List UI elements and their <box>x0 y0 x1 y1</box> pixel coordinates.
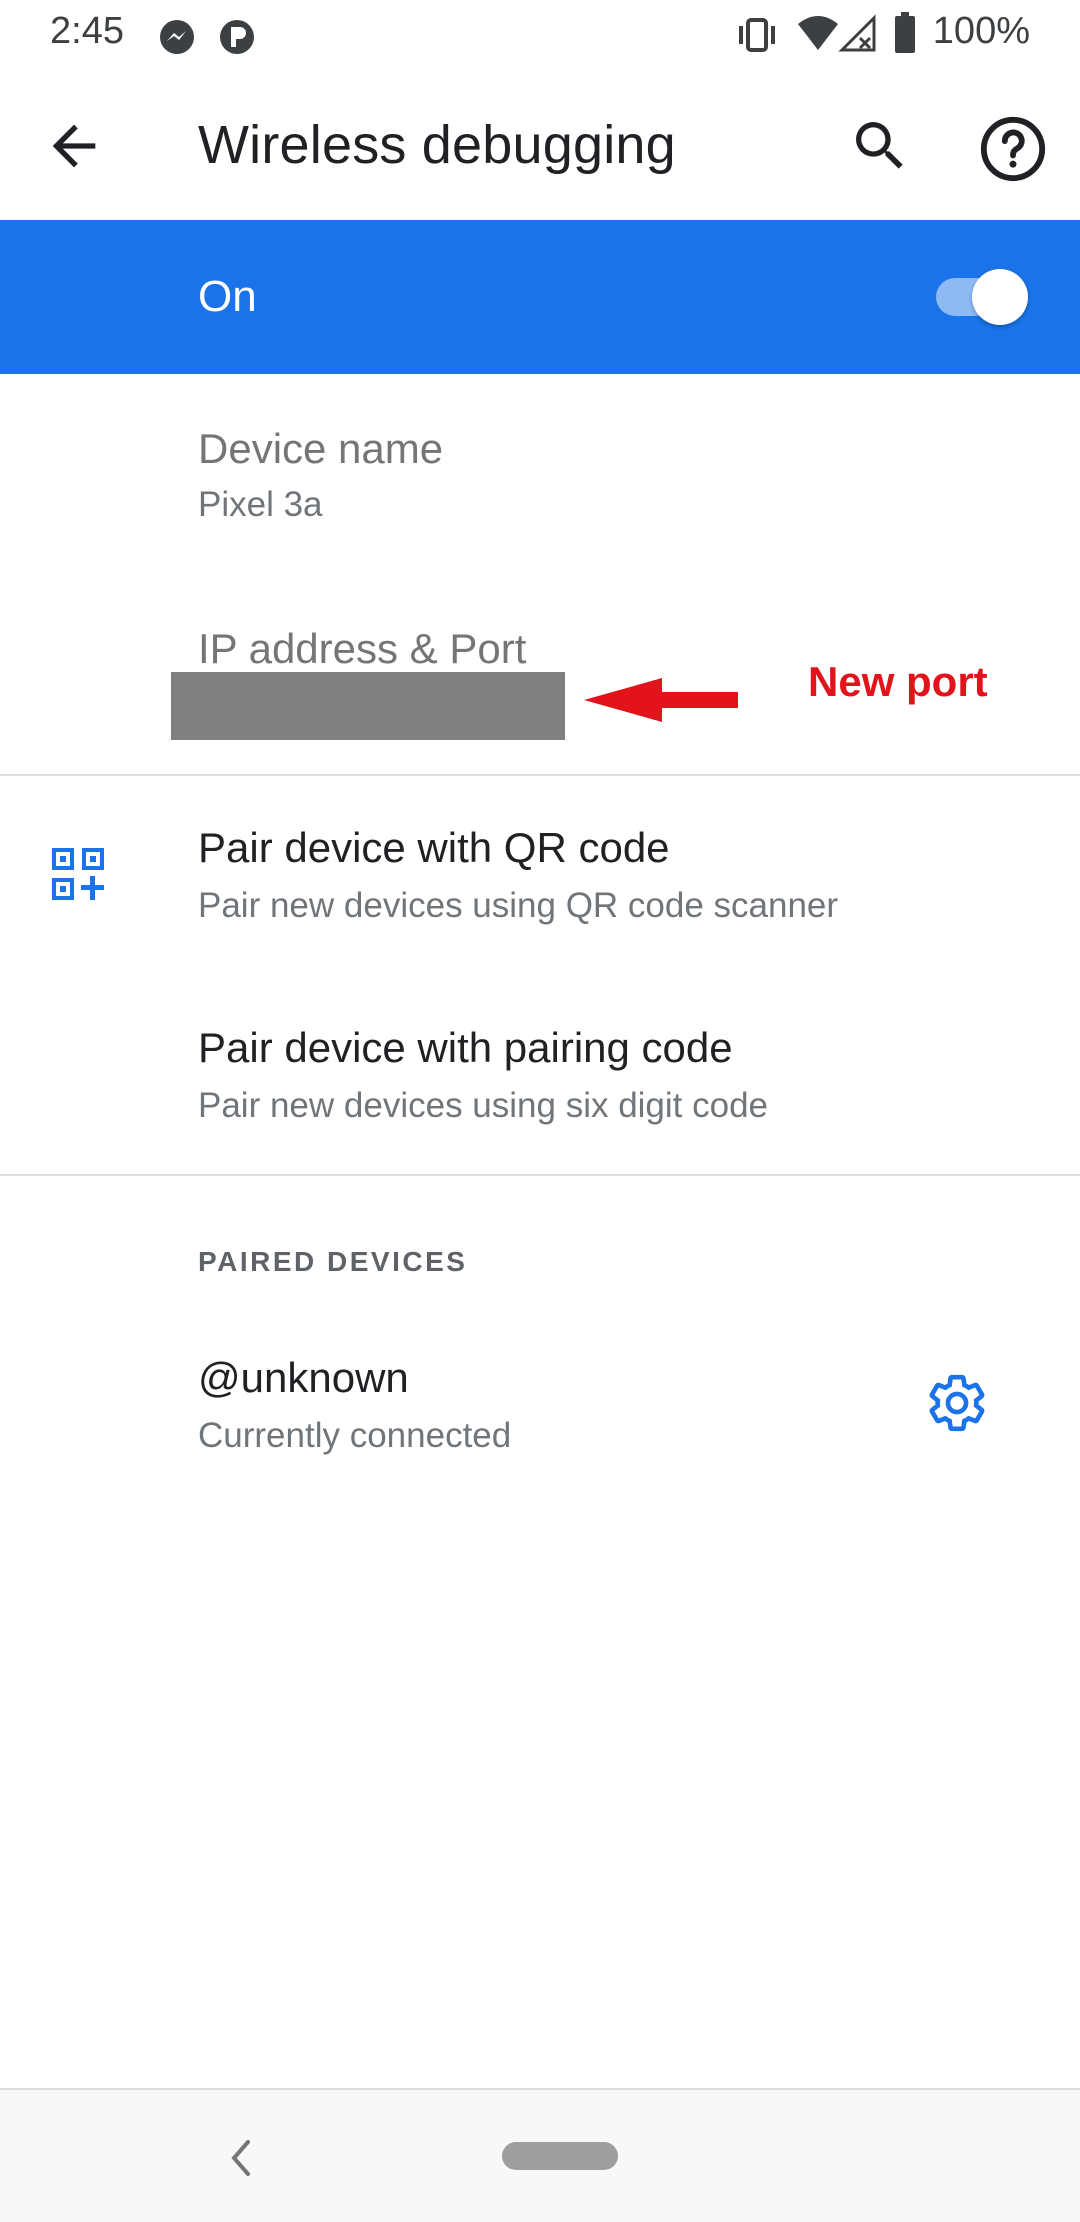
pair-qr-title: Pair device with QR code <box>198 824 670 871</box>
device-name-summary: Pixel 3a <box>198 485 323 524</box>
toggle-switch-thumb[interactable] <box>972 269 1028 325</box>
paired-device-summary: Currently connected <box>198 1416 512 1455</box>
divider <box>0 774 1080 776</box>
wifi-icon <box>798 16 838 50</box>
annotation-label: New port <box>808 658 988 705</box>
nav-home-pill[interactable] <box>502 2142 618 2170</box>
battery-percentage: 100% <box>932 10 1030 52</box>
battery-icon <box>895 12 915 53</box>
annotation-arrow-icon <box>584 678 738 722</box>
ip-address-redaction <box>171 672 565 740</box>
qr-code-scanner-icon <box>52 848 104 900</box>
main-switch-bar[interactable]: On <box>0 220 1080 374</box>
paired-device-title: @unknown <box>198 1354 409 1401</box>
back-arrow-icon[interactable] <box>42 114 106 178</box>
page-title: Wireless debugging <box>198 115 676 175</box>
status-bar: 2:45 100% <box>0 0 1080 70</box>
ip-address-title: IP address & Port <box>198 625 527 672</box>
app-bar: Wireless debugging <box>0 70 1080 220</box>
paired-devices-header: PAIRED DEVICES <box>198 1246 468 1277</box>
search-icon[interactable] <box>848 114 912 178</box>
navigation-bar <box>0 2088 1080 2222</box>
device-name-title: Device name <box>198 425 444 472</box>
pair-qr-summary: Pair new devices using QR code scanner <box>198 886 839 925</box>
divider <box>0 1174 1080 1176</box>
nav-back-icon[interactable] <box>226 2138 256 2178</box>
signal-no-sim-icon <box>838 14 876 52</box>
status-time: 2:45 <box>50 10 124 52</box>
vibrate-icon <box>739 18 775 52</box>
gear-icon[interactable] <box>926 1372 988 1434</box>
pair-code-summary: Pair new devices using six digit code <box>198 1086 769 1125</box>
help-icon[interactable] <box>978 114 1048 184</box>
messenger-icon <box>160 20 194 54</box>
pair-code-title: Pair device with pairing code <box>198 1024 733 1071</box>
main-switch-label: On <box>198 272 257 321</box>
app-notification-icon <box>220 20 254 54</box>
